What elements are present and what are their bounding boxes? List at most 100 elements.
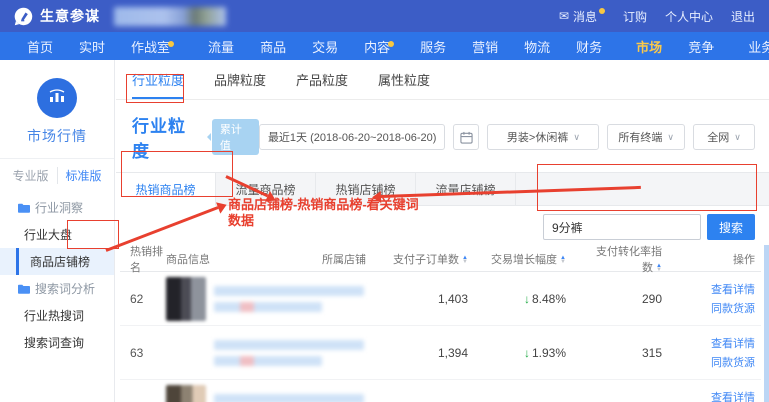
blurred-product-title bbox=[214, 394, 364, 402]
notification-dot bbox=[388, 41, 394, 47]
orders-value: 1,394 bbox=[390, 346, 482, 360]
col-rank: 热销排名 bbox=[120, 243, 166, 275]
message-icon: ✉ bbox=[559, 9, 569, 23]
down-arrow-icon: ↓ bbox=[524, 346, 530, 360]
blurred-shop-name bbox=[114, 7, 226, 26]
nav-item-finance[interactable]: 财务 bbox=[563, 37, 615, 56]
edition-tab-pro[interactable]: 专业版 bbox=[4, 167, 56, 184]
subtab-traffic-goods[interactable]: 流量商品榜 bbox=[216, 173, 316, 205]
nav-item-warroom[interactable]: 作战室 bbox=[118, 37, 187, 56]
down-arrow-icon: ↓ bbox=[524, 292, 530, 306]
personal-center-button[interactable]: 个人中心 bbox=[665, 8, 713, 25]
scroll-strip[interactable] bbox=[764, 245, 769, 402]
brand-logo-icon bbox=[14, 7, 33, 26]
table-row: 63 1,394 ↓1.93% 315 查看详情同款货源 bbox=[120, 326, 761, 380]
tab-product-granularity[interactable]: 产品粒度 bbox=[296, 70, 348, 99]
growth-value: ↓8.48% bbox=[482, 292, 586, 306]
subtab-traffic-shops[interactable]: 流量店铺榜 bbox=[416, 173, 516, 205]
nav-item-logistics[interactable]: 物流 bbox=[511, 37, 563, 56]
nav-item-goods[interactable]: 商品 bbox=[247, 37, 299, 56]
table-row: 67 1,373 ↓6.09% 349 查看详情同款货源 bbox=[120, 380, 761, 402]
cumulative-badge: 累计值 bbox=[212, 119, 259, 155]
terminal-dropdown[interactable]: 所有终端 ∨ bbox=[607, 124, 685, 150]
notification-dot bbox=[168, 41, 174, 47]
chevron-down-icon: ∨ bbox=[573, 132, 580, 143]
category-dropdown[interactable]: 男装>休闲裤 ∨ bbox=[487, 124, 599, 150]
nav-item-home[interactable]: 首页 bbox=[14, 37, 66, 56]
conversion-value: 315 bbox=[586, 346, 690, 360]
date-range-picker[interactable]: 最近1天 (2018-06-20~2018-06-20) bbox=[259, 124, 445, 150]
folder-icon bbox=[18, 284, 30, 294]
same-source-link[interactable]: 同款货源 bbox=[711, 300, 755, 316]
nav-item-competition[interactable]: 竞争 bbox=[675, 37, 727, 56]
nav-item-bizzone[interactable]: 业务专区 bbox=[735, 37, 769, 56]
ranking-subtabs: 热销商品榜 流量商品榜 热销店铺榜 流量店铺榜 bbox=[116, 172, 769, 206]
growth-value: ↓1.93% bbox=[482, 346, 586, 360]
blurred-product-title bbox=[214, 302, 322, 312]
blurred-product-image bbox=[166, 385, 206, 402]
rank-value: 62 bbox=[120, 292, 166, 306]
chevron-down-icon: ∨ bbox=[667, 132, 674, 143]
col-growth[interactable]: 交易增长幅度▲▼ bbox=[482, 251, 586, 267]
subscribe-button[interactable]: 订购 bbox=[623, 8, 647, 25]
app-window: 生意参谋 ✉ 消息 订购 个人中心 退出 首页 实时 作战室 流量 商品 交易 … bbox=[0, 0, 769, 402]
view-detail-link[interactable]: 查看详情 bbox=[711, 335, 755, 351]
folder-icon bbox=[18, 203, 30, 213]
nav-item-marketing[interactable]: 营销 bbox=[459, 37, 511, 56]
nav-item-traffic[interactable]: 流量 bbox=[195, 37, 247, 56]
nav-item-market[interactable]: 市场 bbox=[623, 37, 675, 56]
keyword-search-input[interactable] bbox=[543, 214, 701, 240]
sidebar-item-goods-shop-ranking[interactable]: 商品店铺榜 bbox=[0, 248, 114, 275]
sidebar: 市场行情 专业版 标准版 行业洞察 行业大盘 商品店铺榜 搜索词分析 行业热搜词… bbox=[0, 60, 115, 402]
calendar-button[interactable] bbox=[453, 124, 479, 150]
sidebar-item-search-analysis[interactable]: 搜索词分析 bbox=[0, 275, 114, 302]
blurred-product-image bbox=[166, 331, 206, 375]
nav-item-realtime[interactable]: 实时 bbox=[66, 37, 118, 56]
col-shop: 所属店铺 bbox=[298, 251, 390, 267]
sidebar-item-search-word-query[interactable]: 搜索词查询 bbox=[0, 329, 114, 356]
subtab-hot-goods[interactable]: 热销商品榜 bbox=[116, 173, 216, 206]
blurred-product-title bbox=[214, 356, 322, 366]
same-source-link[interactable]: 同款货源 bbox=[711, 354, 755, 370]
col-operations: 操作 bbox=[690, 251, 761, 267]
nav-item-trade[interactable]: 交易 bbox=[299, 37, 351, 56]
main-nav: 首页 实时 作战室 流量 商品 交易 内容 服务 营销 物流 财务 市场 竞争 … bbox=[0, 32, 769, 60]
sort-icon: ▲▼ bbox=[656, 264, 662, 272]
subtab-hot-shops[interactable]: 热销店铺榜 bbox=[316, 173, 416, 205]
page-title: 行业粒度 bbox=[132, 112, 200, 162]
conversion-value: 290 bbox=[586, 292, 690, 306]
col-product: 商品信息 bbox=[166, 251, 298, 267]
logout-button[interactable]: 退出 bbox=[731, 8, 755, 25]
rank-value: 63 bbox=[120, 346, 166, 360]
sort-icon: ▲▼ bbox=[462, 256, 468, 264]
view-detail-link[interactable]: 查看详情 bbox=[711, 389, 755, 402]
table-header-row: 热销排名 商品信息 所属店铺 支付子订单数▲▼ 交易增长幅度▲▼ 支付转化率指数… bbox=[120, 246, 761, 272]
sidebar-item-industry-insight[interactable]: 行业洞察 bbox=[0, 194, 114, 221]
orders-value: 1,403 bbox=[390, 292, 482, 306]
topbar: 生意参谋 ✉ 消息 订购 个人中心 退出 bbox=[0, 0, 769, 32]
tab-industry-granularity[interactable]: 行业粒度 bbox=[132, 70, 184, 99]
notification-dot bbox=[599, 8, 605, 14]
view-detail-link[interactable]: 查看详情 bbox=[711, 281, 755, 297]
main-content: 行业粒度 品牌粒度 产品粒度 属性粒度 行业粒度 累计值 最近1天 (2018-… bbox=[116, 60, 769, 402]
chevron-down-icon: ∨ bbox=[734, 132, 741, 143]
tab-attribute-granularity[interactable]: 属性粒度 bbox=[378, 70, 430, 99]
col-conversion[interactable]: 支付转化率指数▲▼ bbox=[586, 243, 690, 275]
sort-icon: ▲▼ bbox=[560, 256, 566, 264]
blurred-product-image bbox=[166, 277, 206, 321]
market-module-icon bbox=[37, 78, 77, 118]
edition-tab-standard[interactable]: 标准版 bbox=[57, 167, 110, 184]
blurred-product-title bbox=[214, 286, 364, 296]
table-row: 62 1,403 ↓8.48% 290 查看详情同款货源 bbox=[120, 272, 761, 326]
col-orders[interactable]: 支付子订单数▲▼ bbox=[390, 251, 482, 267]
sidebar-item-industry-overview[interactable]: 行业大盘 bbox=[0, 221, 114, 248]
messages-button[interactable]: ✉ 消息 bbox=[559, 8, 605, 25]
nav-item-service[interactable]: 服务 bbox=[407, 37, 459, 56]
sidebar-title: 市场行情 bbox=[0, 126, 114, 146]
nav-item-content[interactable]: 内容 bbox=[351, 37, 407, 56]
tab-brand-granularity[interactable]: 品牌粒度 bbox=[214, 70, 266, 99]
sidebar-item-hot-search-words[interactable]: 行业热搜词 bbox=[0, 302, 114, 329]
network-dropdown[interactable]: 全网 ∨ bbox=[693, 124, 755, 150]
search-button[interactable]: 搜索 bbox=[707, 214, 755, 240]
brand-name: 生意参谋 bbox=[40, 6, 100, 26]
